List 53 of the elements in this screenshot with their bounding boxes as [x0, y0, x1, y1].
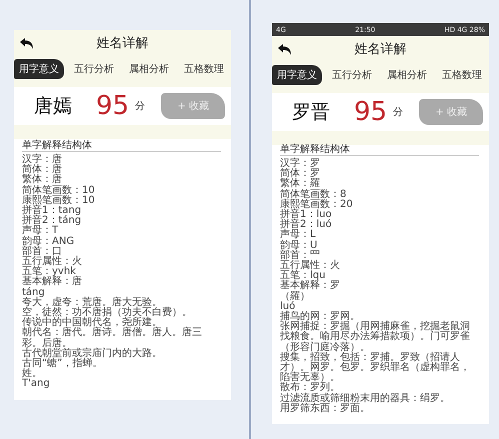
- detail-line: 声母：T: [22, 226, 58, 236]
- detail-line: 基本解释：唐: [22, 277, 83, 288]
- tab[interactable]: 五行分析: [327, 65, 377, 85]
- name-text: 唐嫣: [34, 94, 73, 119]
- detail-line: 简体笔画数：8: [280, 190, 346, 200]
- detail-line: 五行属性：火: [280, 261, 341, 272]
- detail-line: 朝代名：唐代。唐诗。唐僧。唐人。唐三彩。后唐。: [22, 328, 203, 349]
- section-title: 单字解释结构体: [22, 140, 92, 151]
- detail-line: 用罗筛东西：罗面。: [280, 404, 371, 414]
- tab[interactable]: 五行分析: [69, 59, 119, 79]
- section-title: 单字解释结构体: [280, 144, 350, 155]
- name-text: 罗晋: [292, 100, 331, 125]
- detail-line: 张网捕捉：罗掘（用网捕麻雀，挖掘老鼠洞找粮食。喻用尽办法筹措款项）。门可罗雀（形容门庭冷落）。: [280, 322, 471, 353]
- detail-line: 夸大，虚夸：荒唐。唐大无验。: [22, 298, 162, 308]
- detail-line: 搜集，招致，包括：罗捕。罗致（招请人才）。网罗。包罗。罗织罪名（虚构罪名，陷害无辜）。: [280, 352, 471, 384]
- score: 95: [96, 91, 130, 121]
- detail-line: 五行属性：火: [22, 257, 83, 268]
- detail-line: 声母：L: [280, 230, 317, 240]
- back-icon[interactable]: [20, 38, 34, 48]
- score-unit: 分: [135, 100, 146, 113]
- page-title: 姓名详解: [354, 41, 408, 58]
- detail-line: 基本解释：罗: [280, 281, 341, 292]
- tab[interactable]: 属相分析: [382, 65, 432, 85]
- detail-line: luó: [280, 302, 296, 312]
- detail-line: 汉字：唐: [22, 155, 63, 165]
- detail-line: 繁体：羅: [280, 179, 320, 190]
- detail-line: 韵母：U: [280, 240, 318, 251]
- score-unit: 分: [393, 106, 404, 119]
- detail-line: 部首：口: [22, 246, 63, 257]
- score: 95: [354, 97, 388, 127]
- page-title: 姓名详解: [96, 35, 150, 52]
- detail-line: 散布：罗列。: [280, 383, 340, 394]
- detail-line: 汉字：罗: [280, 159, 321, 169]
- detail-line: 部首：罒: [280, 250, 321, 261]
- detail-line: 康熙笔画数：10: [22, 196, 96, 206]
- detail-line: T'ang: [22, 379, 51, 390]
- detail-line: 简体：罗: [280, 169, 321, 180]
- detail-line: táng: [22, 288, 46, 298]
- detail-line: 过滤流质或筛细粉末用的器具：绢罗。: [280, 394, 451, 404]
- detail-line: 繁体：唐: [22, 175, 62, 186]
- tab[interactable]: 用字意义: [14, 59, 64, 79]
- detail-line: （羅）: [280, 292, 311, 302]
- back-icon[interactable]: [278, 44, 292, 54]
- detail-line: 康熙笔画数：20: [280, 200, 354, 210]
- detail-line: 简体笔画数：10: [22, 186, 96, 196]
- tab[interactable]: 五格数理: [437, 65, 487, 85]
- detail-line: 韵母：ANG: [22, 236, 76, 247]
- detail-line: 古代朝堂前或宗庙门内的大路。: [22, 348, 163, 359]
- tab[interactable]: 属相分析: [124, 59, 174, 79]
- tab[interactable]: 五格数理: [179, 59, 229, 79]
- detail-line: 姓。: [22, 369, 42, 380]
- tab[interactable]: 用字意义: [272, 65, 322, 85]
- detail-line: 古同“螗”，指蝉。: [22, 359, 104, 370]
